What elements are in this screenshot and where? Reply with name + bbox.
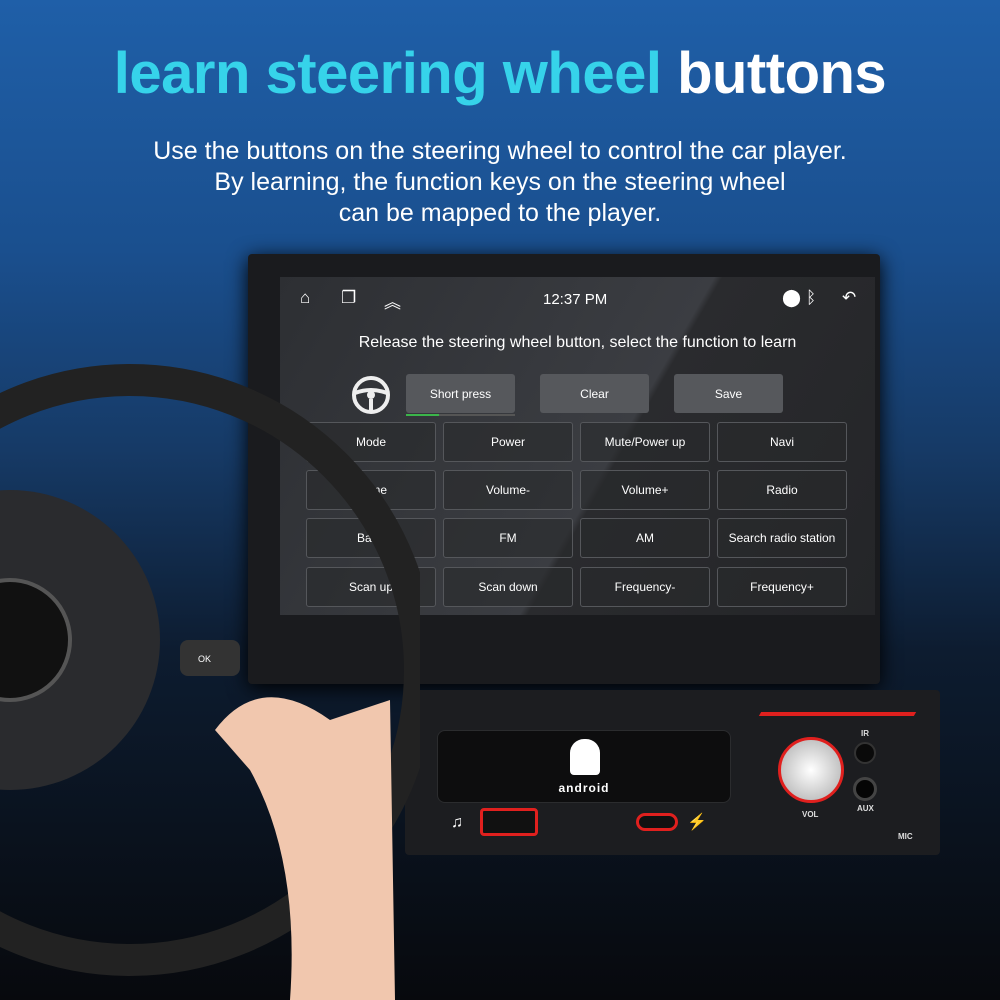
press-progress: [406, 414, 515, 416]
charge-icon: ⚡: [687, 814, 707, 831]
usb-c-port: [636, 813, 678, 831]
save-button[interactable]: Save: [674, 374, 783, 413]
description-line: By learning, the function keys on the st…: [214, 168, 786, 196]
headline-rest: buttons: [677, 41, 887, 106]
music-icon: ♫: [451, 814, 463, 831]
clock: 12:37 PM: [543, 291, 608, 308]
steering-wheel: OK: [0, 364, 420, 1000]
home-icon[interactable]: ⌂: [300, 288, 310, 308]
headline-highlight: learn steering wheel: [113, 41, 662, 106]
expand-up-icon[interactable]: ︽: [384, 288, 401, 313]
headline: learn steering wheel buttons: [0, 40, 1000, 107]
vol-label: VOL: [802, 810, 819, 819]
description-line: can be mapped to the player.: [338, 199, 662, 227]
description-line: Use the buttons on the steering wheel to…: [153, 137, 847, 165]
android-wordmark: android: [558, 781, 610, 795]
function-button[interactable]: AM: [580, 518, 710, 558]
function-button[interactable]: Search radio station: [717, 518, 847, 558]
function-button[interactable]: Power: [443, 422, 573, 462]
android-logo-panel: android: [437, 730, 731, 803]
back-icon[interactable]: ↶: [842, 288, 856, 308]
location-icon: ⬤: [782, 288, 802, 307]
function-button[interactable]: Scan down: [443, 567, 573, 607]
red-accent: [758, 712, 917, 716]
function-button[interactable]: Navi: [717, 422, 847, 462]
mic-label: MIC: [898, 832, 913, 841]
function-button[interactable]: Frequency-: [580, 567, 710, 607]
aux-jack: [853, 777, 877, 801]
volume-knob[interactable]: [778, 737, 844, 803]
function-button[interactable]: FM: [443, 518, 573, 558]
wheel-ok-button: OK: [198, 654, 211, 664]
ir-label: IR: [861, 729, 869, 738]
android-robot-icon: [570, 739, 600, 775]
clear-button[interactable]: Clear: [540, 374, 649, 413]
short-press-button[interactable]: Short press: [406, 374, 515, 413]
function-button[interactable]: Mute/Power up: [580, 422, 710, 462]
function-button[interactable]: Volume+: [580, 470, 710, 510]
recent-apps-icon[interactable]: ❐: [341, 288, 356, 308]
bluetooth-icon[interactable]: ᛒ: [806, 288, 816, 308]
function-button[interactable]: Volume-: [443, 470, 573, 510]
function-button[interactable]: Radio: [717, 470, 847, 510]
aux-label: AUX: [857, 804, 874, 813]
function-button[interactable]: Frequency+: [717, 567, 847, 607]
ir-sensor: [854, 742, 876, 764]
usb-port: [480, 808, 538, 836]
